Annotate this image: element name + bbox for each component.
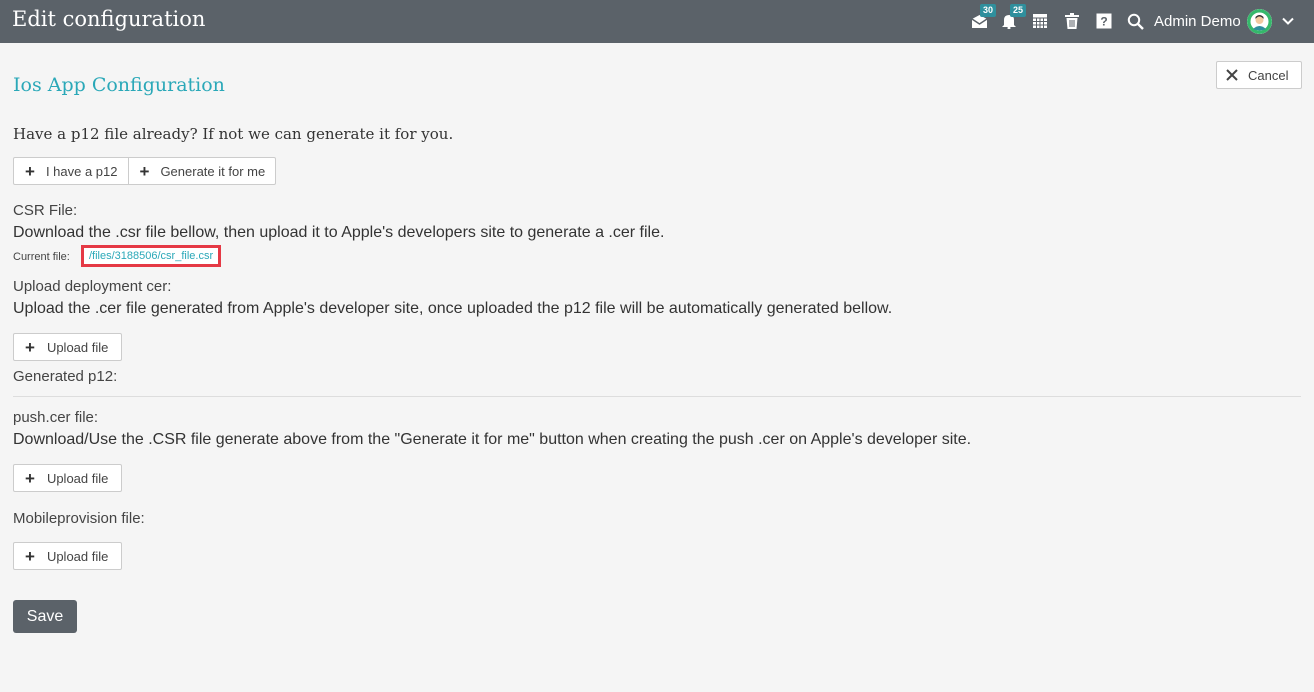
plus-icon: + (139, 161, 150, 181)
deployment-label: Upload deployment cer: (13, 278, 172, 295)
plus-icon: + (25, 468, 35, 488)
help-button[interactable]: ? (1095, 12, 1113, 30)
notifications-button[interactable]: 25 (1000, 4, 1027, 30)
upload-mobileprovision-button[interactable]: + Upload file (13, 542, 122, 570)
upload-push-button[interactable]: + Upload file (13, 464, 122, 492)
page-title: Edit configuration (12, 7, 206, 31)
search-icon (1127, 13, 1144, 30)
current-file-label: Current file: (13, 251, 70, 263)
deployment-description: Upload the .cer file generated from Appl… (13, 300, 893, 317)
push-label: push.cer file: (13, 409, 99, 426)
help-icon: ? (1096, 13, 1112, 29)
messages-badge: 30 (980, 4, 997, 17)
calendar-button[interactable] (1031, 12, 1049, 30)
push-description: Download/Use the .CSR file generate abov… (13, 431, 972, 448)
trash-button[interactable] (1063, 12, 1081, 30)
calendar-icon (1033, 14, 1047, 28)
divider (13, 396, 1301, 397)
cancel-label: Cancel (1248, 67, 1289, 83)
trash-icon (1065, 12, 1079, 29)
mobileprovision-label: Mobileprovision file: (13, 510, 145, 527)
upload-label: Upload file (46, 470, 109, 486)
search-button[interactable] (1126, 12, 1144, 30)
upload-label: Upload file (46, 339, 109, 355)
user-name[interactable]: Admin Demo (1154, 13, 1241, 30)
upload-label: Upload file (46, 548, 109, 564)
messages-button[interactable]: 30 (970, 4, 997, 30)
have-p12-button[interactable]: + I have a p12 (14, 158, 128, 184)
avatar[interactable] (1247, 9, 1272, 34)
upload-deployment-button[interactable]: + Upload file (13, 333, 122, 361)
p12-question: Have a p12 file already? If not we can g… (13, 125, 454, 143)
csr-file-link[interactable]: /files/3188506/csr_file.csr (81, 245, 222, 267)
close-icon (1226, 69, 1238, 81)
csr-description: Download the .csr file bellow, then uplo… (13, 224, 665, 241)
generated-p12-label: Generated p12: (13, 368, 118, 385)
generate-p12-button[interactable]: + Generate it for me (127, 158, 276, 184)
generate-p12-label: Generate it for me (160, 163, 266, 179)
cancel-button[interactable]: Cancel (1216, 61, 1302, 89)
chevron-down-icon[interactable] (1281, 14, 1295, 28)
plus-icon: + (25, 546, 35, 566)
csr-label: CSR File: (13, 202, 78, 219)
plus-icon: + (25, 337, 35, 357)
have-p12-label: I have a p12 (45, 163, 118, 179)
section-title: Ios App Configuration (13, 74, 225, 96)
top-bar: Edit configuration 30 25 ? Admin Demo (0, 0, 1314, 43)
plus-icon: + (25, 161, 35, 181)
save-button[interactable]: Save (13, 600, 77, 633)
svg-text:?: ? (1100, 15, 1107, 29)
notifications-badge: 25 (1010, 4, 1027, 17)
p12-button-group: + I have a p12 + Generate it for me (13, 157, 277, 185)
